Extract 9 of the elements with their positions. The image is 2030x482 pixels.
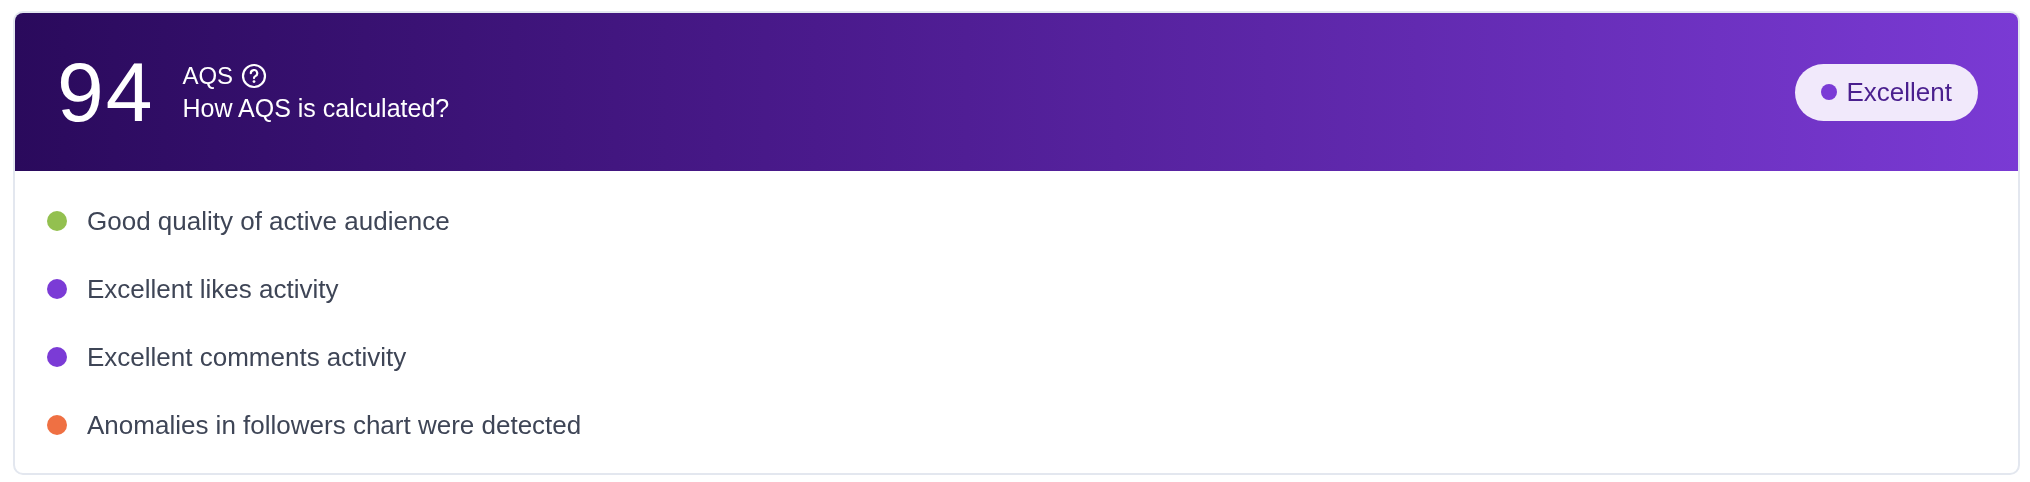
help-icon[interactable] — [241, 62, 268, 89]
factor-text: Excellent comments activity — [87, 341, 407, 373]
factor-text: Good quality of active audience — [87, 205, 450, 237]
calculation-link[interactable]: How AQS is calculated? — [182, 93, 1795, 123]
rating-label: Excellent — [1846, 76, 1952, 108]
factor-text: Anomalies in followers chart were detected — [87, 409, 582, 441]
score-value: 94 — [57, 50, 155, 134]
factor-text: Excellent likes activity — [87, 273, 339, 305]
score-label: AQS — [182, 61, 234, 90]
